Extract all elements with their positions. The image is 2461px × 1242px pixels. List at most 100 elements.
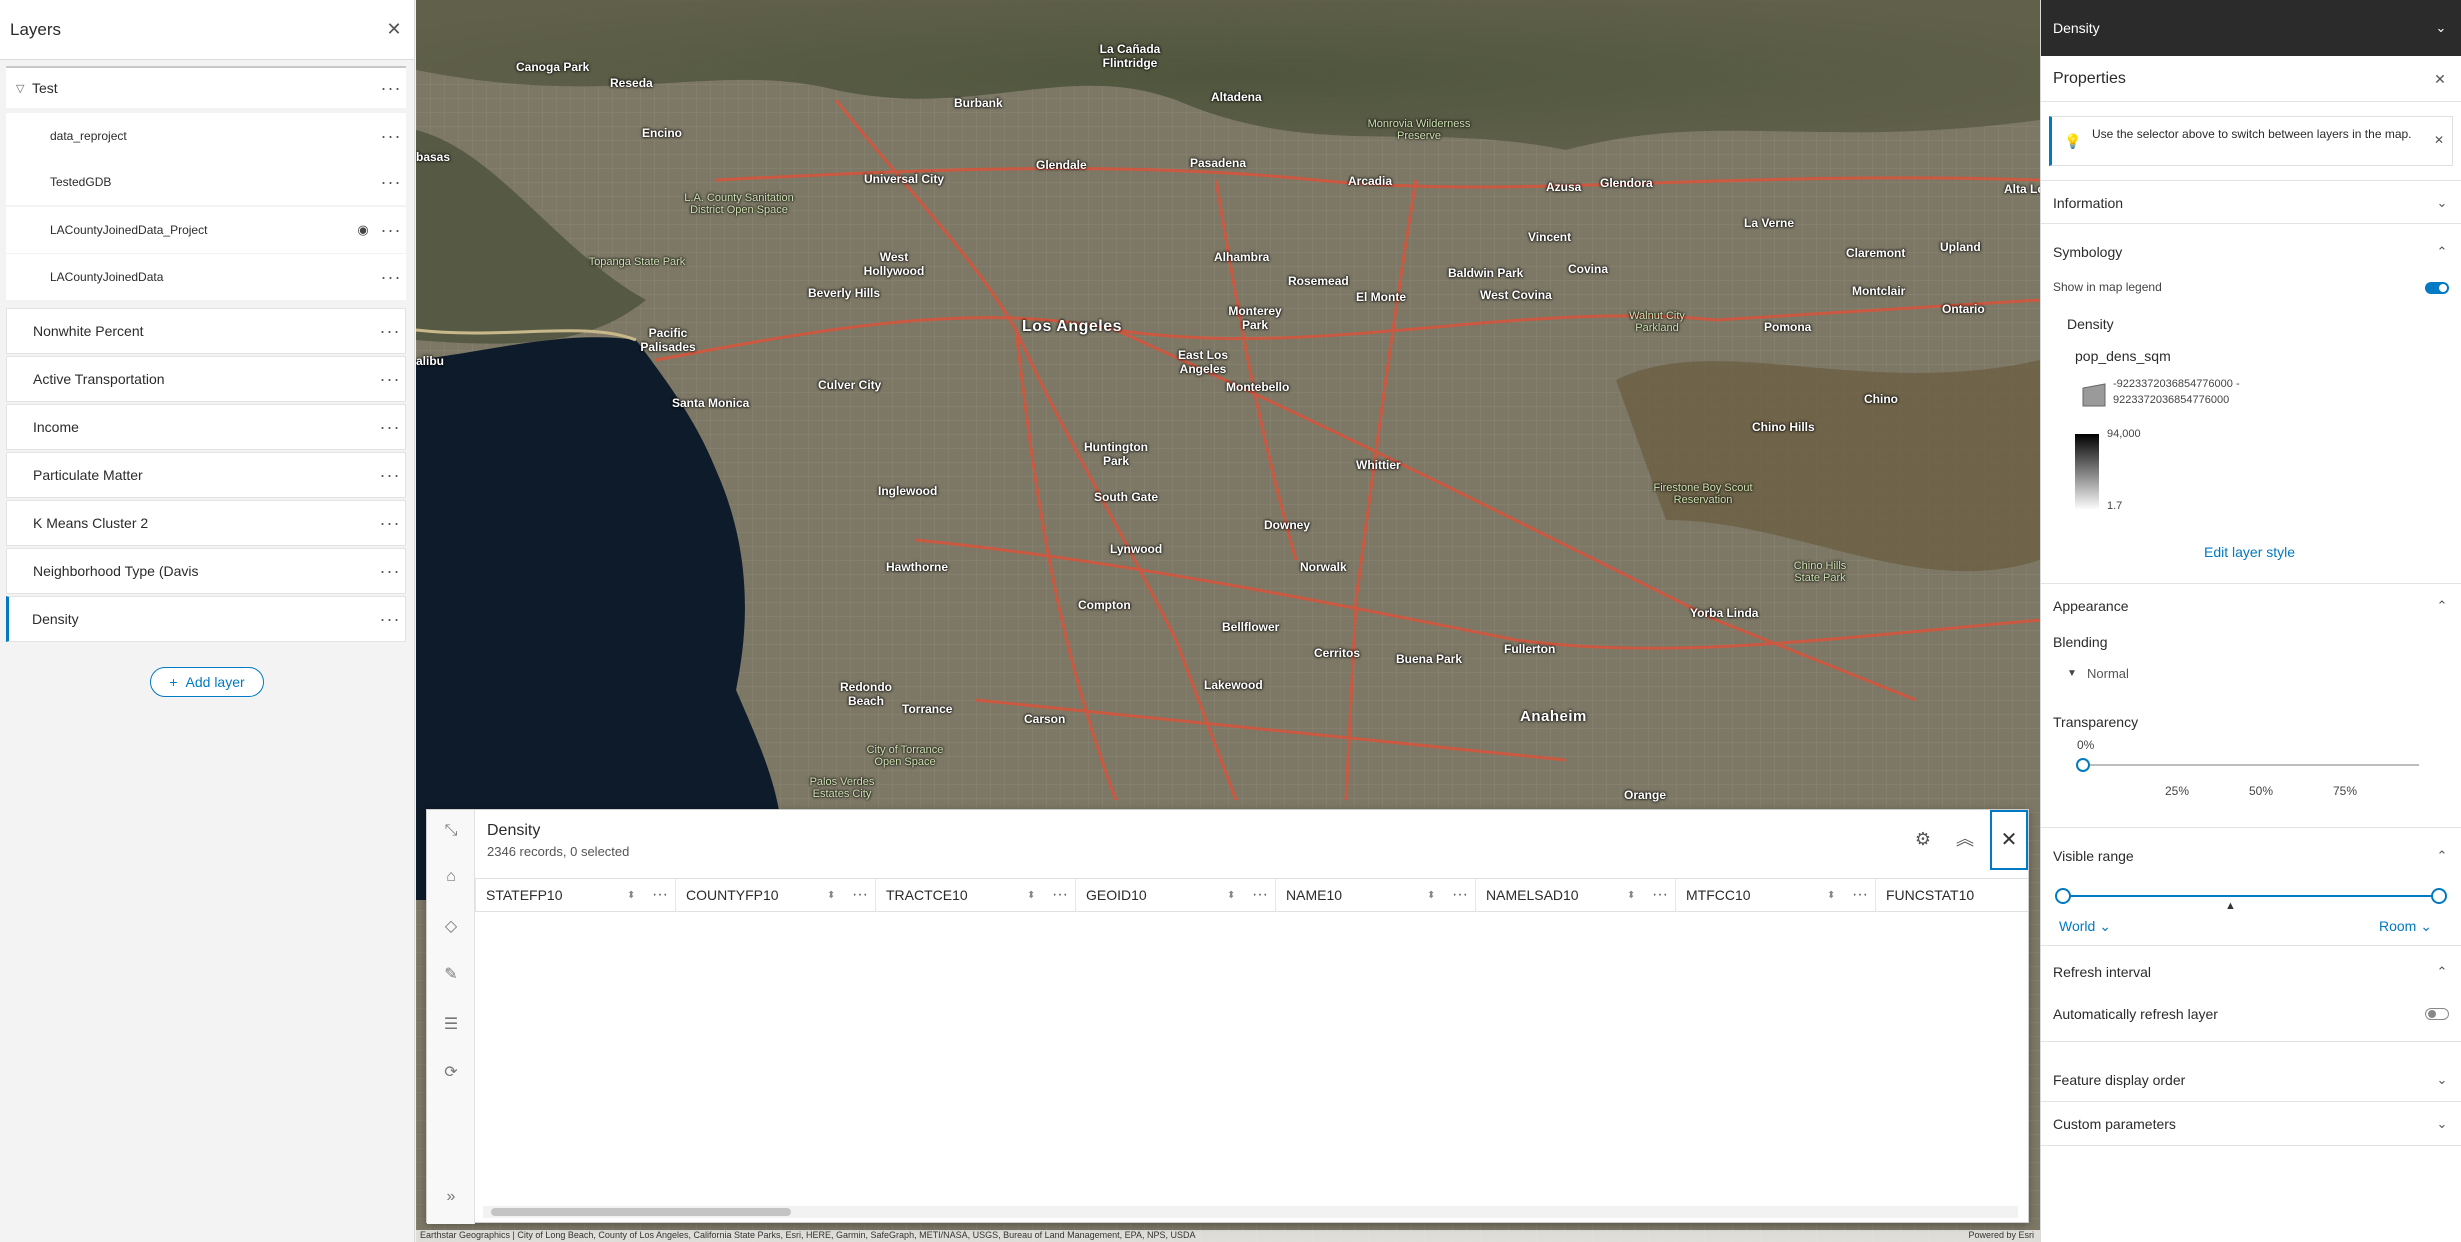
min-scale-dropdown[interactable]: World ⌄ (2059, 918, 2111, 935)
map-label: Yorba Linda (1690, 606, 1759, 620)
column-header[interactable]: NAMELSAD10 ⬍ ··· (1476, 879, 1676, 911)
column-header[interactable]: MTFCC10 ⬍ ··· (1676, 879, 1876, 911)
layer-item[interactable]: Nonwhite Percent ··· (6, 308, 406, 354)
more-options-icon[interactable]: ··· (375, 369, 405, 390)
sublayer-item[interactable]: data_reproject ··· (6, 113, 406, 159)
powered-by-text[interactable]: Powered by Esri (1968, 1230, 2034, 1240)
layer-item[interactable]: Income ··· (6, 404, 406, 450)
layer-item[interactable]: Neighborhood Type (Davis ··· (6, 548, 406, 594)
chevrons-right-icon[interactable]: » (441, 1188, 461, 1208)
more-options-icon[interactable]: ··· (1445, 886, 1475, 904)
transparency-slider-handle[interactable] (2076, 758, 2090, 772)
layer-item[interactable]: Active Transportation ··· (6, 356, 406, 402)
more-options-icon[interactable]: ··· (376, 172, 406, 193)
transparency-slider-track[interactable] (2083, 764, 2419, 766)
refresh-interval-header[interactable]: Refresh interval ⌃ (2041, 950, 2461, 994)
chevron-up-icon[interactable]: ⌃ (2434, 244, 2450, 260)
show-legend-toggle[interactable] (2425, 282, 2449, 294)
symbology-header[interactable]: Symbology ⌃ (2041, 230, 2461, 274)
close-icon[interactable]: ✕ (384, 19, 404, 40)
tag-icon[interactable]: ◇ (441, 916, 461, 936)
chevron-down-icon[interactable]: ⌄ (2434, 1072, 2450, 1088)
sublayer-item[interactable]: TestedGDB ··· (6, 159, 406, 205)
visible-range-max-handle[interactable] (2431, 888, 2447, 904)
sort-icon[interactable]: ⬍ (827, 890, 845, 901)
layer-item[interactable]: K Means Cluster 2 ··· (6, 500, 406, 546)
column-header[interactable]: NAME10 ⬍ ··· (1276, 879, 1476, 911)
chevron-down-icon[interactable]: ⌄ (2434, 1116, 2450, 1132)
visible-range-min-handle[interactable] (2055, 888, 2071, 904)
highlight-icon[interactable]: ✎ (441, 964, 461, 984)
refresh-icon[interactable]: ⟳ (441, 1062, 461, 1082)
gear-icon[interactable]: ⚙ (1908, 824, 1938, 854)
more-options-icon[interactable]: ··· (375, 513, 405, 534)
visibility-eye-icon[interactable]: ◉ (350, 222, 376, 238)
layer-item[interactable]: Particulate Matter ··· (6, 452, 406, 498)
sort-icon[interactable]: ⬍ (1427, 890, 1445, 901)
layers-title: Layers (10, 19, 62, 39)
column-header[interactable]: COUNTYFP10 ⬍ ··· (676, 879, 876, 911)
more-options-icon[interactable]: ··· (1845, 886, 1875, 904)
chevron-down-icon[interactable]: ⌄ (2434, 195, 2450, 211)
blending-select[interactable]: ▼ Normal (2053, 660, 2449, 690)
slider-tick-label: 75% (2333, 784, 2358, 798)
column-header[interactable]: GEOID10 ⬍ ··· (1076, 879, 1276, 911)
appearance-header[interactable]: Appearance ⌃ (2041, 584, 2461, 628)
more-options-icon[interactable]: ··· (375, 321, 405, 342)
sort-icon[interactable]: ⬍ (1027, 890, 1045, 901)
chevron-down-icon[interactable]: ⌄ (2433, 20, 2449, 36)
sort-icon[interactable]: ⬍ (1827, 890, 1845, 901)
more-options-icon[interactable]: ··· (376, 126, 406, 147)
chevron-up-icon[interactable]: ⌃ (2434, 964, 2450, 980)
map-label: Redondo Beach (840, 680, 892, 708)
sublayer-item[interactable]: LACountyJoinedData_Project ◉ ··· (6, 207, 406, 253)
more-options-icon[interactable]: ··· (375, 609, 405, 630)
map-label: Montebello (1226, 380, 1290, 394)
scrollbar-thumb[interactable] (491, 1208, 791, 1216)
more-options-icon[interactable]: ··· (376, 267, 406, 288)
add-layer-button[interactable]: + Add layer (150, 667, 264, 697)
chevron-up-icon[interactable]: ⌃ (2434, 598, 2450, 614)
column-header[interactable]: FUNCSTAT10 (1876, 879, 2028, 911)
more-options-icon[interactable]: ··· (375, 465, 405, 486)
more-options-icon[interactable]: ··· (1645, 886, 1675, 904)
max-scale-dropdown[interactable]: Room ⌄ (2379, 918, 2432, 935)
more-options-icon[interactable]: ··· (375, 417, 405, 438)
sublayer-item[interactable]: LACountyJoinedData ··· (6, 254, 406, 300)
close-icon[interactable]: ✕ (2434, 133, 2444, 147)
layer-group-test[interactable]: ▽ Test ··· (6, 66, 406, 108)
map-label: Ontario (1942, 302, 1985, 316)
visible-range-header[interactable]: Visible range ⌃ (2041, 834, 2461, 878)
chevron-up-icon[interactable]: ⌃ (2434, 848, 2450, 864)
more-options-icon[interactable]: ··· (1245, 886, 1275, 904)
more-options-icon[interactable]: ··· (375, 561, 405, 582)
collapse-up-icon[interactable]: ︽ (1950, 824, 1980, 854)
more-options-icon[interactable]: ··· (376, 78, 406, 99)
map-label: Cerritos (1314, 646, 1361, 660)
expand-icon[interactable]: ⤡ (441, 822, 461, 842)
caret-down-icon[interactable]: ▽ (16, 82, 24, 95)
sort-icon[interactable]: ⬍ (627, 890, 645, 901)
close-icon[interactable]: ✕ (2430, 71, 2450, 88)
visible-range-track[interactable] (2065, 895, 2439, 897)
home-icon[interactable]: ⌂ (441, 868, 461, 888)
section-information[interactable]: Information ⌄ (2041, 180, 2461, 224)
more-options-icon[interactable]: ··· (1045, 886, 1075, 904)
auto-refresh-toggle[interactable] (2425, 1008, 2449, 1020)
sort-icon[interactable]: ⬍ (1227, 890, 1245, 901)
list-icon[interactable]: ☰ (441, 1014, 461, 1034)
section-feature-display-order[interactable]: Feature display order ⌄ (2041, 1058, 2461, 1102)
close-table-button[interactable]: ✕ (1990, 810, 2028, 870)
legend-field-name: pop_dens_sqm (2075, 348, 2171, 364)
more-options-icon[interactable]: ··· (845, 886, 875, 904)
column-header[interactable]: TRACTCE10 ⬍ ··· (876, 879, 1076, 911)
edit-layer-style-link[interactable]: Edit layer style (2204, 544, 2295, 560)
layer-selector[interactable]: Density ⌄ (2041, 0, 2461, 56)
sort-icon[interactable]: ⬍ (1627, 890, 1645, 901)
more-options-icon[interactable]: ··· (645, 886, 675, 904)
section-custom-parameters[interactable]: Custom parameters ⌄ (2041, 1102, 2461, 1146)
horizontal-scrollbar[interactable] (483, 1206, 2018, 1218)
layer-item-selected[interactable]: Density ··· (6, 596, 406, 642)
column-header[interactable]: STATEFP10 ⬍ ··· (476, 879, 676, 911)
more-options-icon[interactable]: ··· (376, 220, 406, 241)
